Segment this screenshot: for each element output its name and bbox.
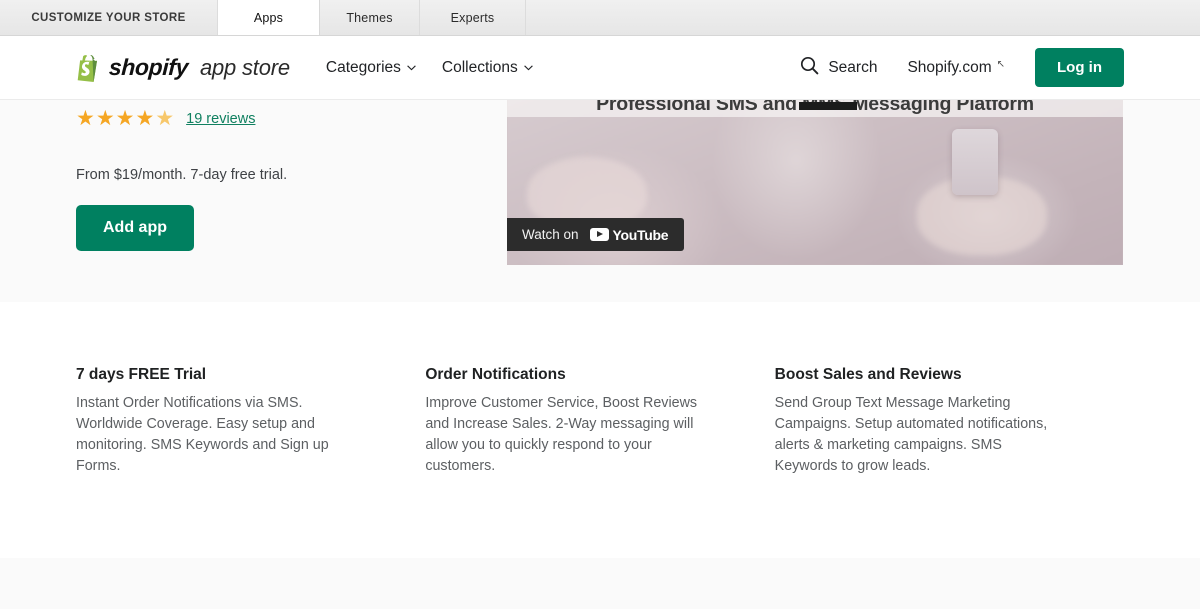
video-player[interactable]: Professional SMS and MMS Messaging Platf… (507, 91, 1123, 265)
tab-label: Apps (253, 10, 284, 25)
nav-item-categories[interactable]: Categories (326, 59, 416, 77)
feature-body: Send Group Text Message Marketing Campai… (774, 395, 1048, 474)
nav-item-label: Collections (441, 58, 518, 76)
redaction-bar (799, 102, 857, 110)
feature-card: Boost Sales and Reviews Send Group Text … (775, 366, 1124, 558)
shopify-com-label: Shopify.com (907, 58, 992, 76)
watch-on-youtube-badge[interactable]: Watch on YouTube (507, 218, 685, 251)
youtube-label: YouTube (612, 226, 669, 243)
star-icon: ★ (76, 107, 95, 130)
tab-themes[interactable]: Themes (320, 0, 420, 35)
feature-card: Order Notifications Improve Customer Ser… (425, 366, 774, 558)
chevron-down-icon (523, 64, 533, 71)
primary-nav: Categories Collections (326, 59, 533, 77)
pricing-text: From $19/month. 7-day free trial. (76, 167, 288, 183)
hero-details: ★ ★ ★ ★ ★ 19 reviews From $19/month. 7-d… (76, 100, 531, 302)
brand-subtitle: app store (199, 54, 290, 80)
youtube-play-icon (589, 228, 609, 241)
youtube-logo: YouTube (589, 226, 669, 243)
log-in-button[interactable]: Log in (1035, 48, 1124, 87)
hero-media: Professional SMS and MMS Messaging Platf… (507, 91, 1124, 302)
shopify-com-link[interactable]: Shopify.com ↖ (907, 59, 1005, 77)
feature-title: Order Notifications (425, 366, 566, 383)
app-hero-section: ★ ★ ★ ★ ★ 19 reviews From $19/month. 7-d… (0, 91, 1200, 302)
shopify-app-store-logo[interactable]: shopify app store (76, 53, 290, 82)
video-hand-left (527, 157, 647, 227)
page-bottom-band (0, 558, 1200, 609)
search-button[interactable]: Search (800, 56, 877, 80)
add-app-button[interactable]: Add app (76, 205, 194, 251)
nav-item-collections[interactable]: Collections (442, 59, 533, 77)
header-actions: Search Shopify.com ↖ Log in (800, 48, 1124, 87)
video-phone-prop (952, 129, 998, 195)
browser-tab-strip: CUSTOMIZE YOUR STORE Apps Themes Experts (0, 0, 1200, 36)
star-icon: ★ (95, 107, 115, 130)
brand-name: shopify (108, 54, 189, 80)
feature-highlights: 7 days FREE Trial Instant Order Notifica… (0, 302, 1200, 558)
star-icon: ★ (115, 107, 135, 130)
tab-experts[interactable]: Experts (420, 0, 526, 35)
site-header: shopify app store Categories Collections (0, 36, 1200, 100)
chevron-down-icon (407, 64, 416, 71)
feature-title: Boost Sales and Reviews (774, 366, 962, 383)
tab-label: Experts (450, 10, 495, 25)
nav-item-label: Categories (325, 58, 401, 76)
search-label: Search (828, 58, 878, 76)
tab-strip-filler (526, 0, 1200, 35)
external-link-arrow-icon: ↖ (996, 58, 1005, 70)
star-icon: ★ (135, 107, 155, 130)
feature-card: 7 days FREE Trial Instant Order Notifica… (76, 366, 425, 558)
tab-customize-your-store[interactable]: CUSTOMIZE YOUR STORE (0, 0, 218, 35)
star-icon-partial: ★ (155, 107, 175, 130)
feature-body: Improve Customer Service, Boost Reviews … (425, 395, 698, 474)
star-rating: ★ ★ ★ ★ ★ (76, 108, 174, 129)
search-icon (800, 56, 819, 80)
rating-row: ★ ★ ★ ★ ★ 19 reviews (76, 108, 531, 129)
tab-apps[interactable]: Apps (218, 0, 320, 35)
shopify-bag-icon (76, 53, 102, 82)
tab-label: CUSTOMIZE YOUR STORE (31, 11, 186, 24)
feature-title: 7 days FREE Trial (76, 366, 207, 383)
feature-body: Instant Order Notifications via SMS. Wor… (76, 395, 329, 474)
watch-on-label: Watch on (522, 227, 579, 242)
reviews-link[interactable]: 19 reviews (186, 111, 255, 127)
tab-label: Themes (346, 10, 393, 25)
